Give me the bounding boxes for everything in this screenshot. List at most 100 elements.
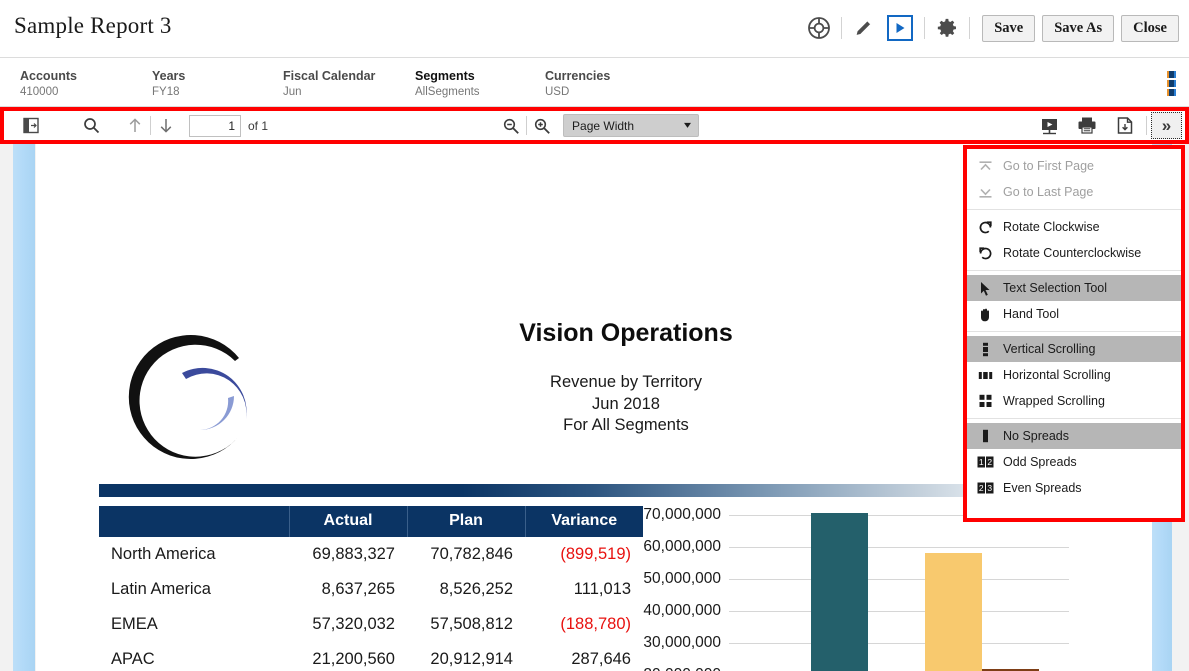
vision-operations-logo	[116, 324, 266, 469]
pdf-tools-menu-highlight: Go to First Page Go to Last Page Rotate …	[963, 145, 1185, 522]
arrow-up-icon[interactable]	[120, 111, 150, 140]
pov-label: Fiscal Calendar	[283, 69, 375, 83]
cell-actual: 69,883,327	[289, 537, 407, 572]
pov-label: Years	[152, 69, 185, 83]
settings-gear-icon[interactable]	[930, 11, 964, 45]
pov-item-segments[interactable]: Segments AllSegments	[415, 69, 480, 98]
menu-item-text-selection-tool[interactable]: Text Selection Tool	[967, 275, 1181, 301]
menu-divider	[967, 331, 1181, 332]
menu-item-wrapped-scrolling[interactable]: Wrapped Scrolling	[967, 388, 1181, 414]
cell-actual: 21,200,560	[289, 642, 407, 671]
help-lifesaver-icon[interactable]	[802, 11, 836, 45]
pov-value: FY18	[152, 86, 185, 98]
gridline	[729, 579, 1069, 580]
pov-value: 410000	[20, 86, 77, 98]
subtitle-line-1: Revenue by Territory	[316, 372, 936, 394]
bar-emea[interactable]	[925, 553, 982, 671]
menu-item-label: No Spreads	[1003, 429, 1069, 443]
menu-item-label: Go to First Page	[1003, 159, 1094, 173]
presentation-mode-icon[interactable]	[1034, 111, 1064, 140]
menu-item-go-to-first-page[interactable]: Go to First Page	[967, 153, 1181, 179]
report-subtitle: Revenue by Territory Jun 2018 For All Se…	[316, 372, 936, 437]
menu-item-go-to-last-page[interactable]: Go to Last Page	[967, 179, 1181, 205]
run-play-icon[interactable]	[887, 15, 913, 41]
row-label: North America	[99, 537, 289, 572]
table-row: North America 69,883,327 70,782,846 (899…	[99, 537, 643, 572]
left-page-scrollbar[interactable]	[13, 144, 35, 671]
sidebar-toggle-icon[interactable]	[16, 111, 46, 140]
menu-item-odd-spreads[interactable]: 12 Odd Spreads	[967, 449, 1181, 475]
zoom-in-icon[interactable]	[527, 111, 557, 140]
y-tick-label: 20,000,000	[621, 666, 721, 671]
row-label: Latin America	[99, 572, 289, 607]
column-header-actual: Actual	[289, 506, 407, 537]
page-title: Sample Report 3	[14, 13, 172, 39]
table-header-row: Actual Plan Variance	[99, 506, 643, 537]
menu-divider	[967, 418, 1181, 419]
no-spreads-icon	[977, 429, 994, 443]
column-header-plan: Plan	[407, 506, 525, 537]
menu-item-vertical-scrolling[interactable]: Vertical Scrolling	[967, 336, 1181, 362]
pov-item-accounts[interactable]: Accounts 410000	[20, 69, 77, 98]
svg-text:3: 3	[987, 483, 992, 493]
y-tick-label: 30,000,000	[621, 634, 721, 652]
pdf-viewer-toolbar-highlight: 1 of 1 Page Width ▾	[0, 107, 1189, 144]
cell-actual: 57,320,032	[289, 607, 407, 642]
pov-value: USD	[545, 86, 610, 98]
save-as-button[interactable]: Save As	[1042, 15, 1114, 42]
svg-text:2: 2	[987, 457, 992, 467]
search-icon[interactable]	[76, 111, 106, 140]
rotate-counterclockwise-icon	[977, 246, 994, 261]
zoom-level-select[interactable]: Page Width ▾	[563, 114, 699, 137]
cell-plan: 57,508,812	[407, 607, 525, 642]
pov-item-currencies[interactable]: Currencies USD	[545, 69, 610, 98]
toolbar-right-group: »	[1034, 111, 1182, 140]
pov-bar: Accounts 410000 Years FY18 Fiscal Calend…	[0, 57, 1189, 107]
menu-item-label: Odd Spreads	[1003, 455, 1077, 469]
wrapped-scrolling-icon	[977, 394, 994, 408]
revenue-table: Actual Plan Variance North America 69,88…	[99, 506, 643, 671]
menu-item-label: Even Spreads	[1003, 481, 1082, 495]
rotate-clockwise-icon	[977, 220, 994, 235]
gridline	[729, 643, 1069, 644]
revenue-bar-chart: 70,000,000 60,000,000 50,000,000 40,000,…	[621, 507, 1101, 671]
title-bar-actions: Save Save As Close	[802, 11, 1179, 45]
save-button[interactable]: Save	[982, 15, 1035, 42]
table-row: APAC 21,200,560 20,912,914 287,646	[99, 642, 643, 671]
pov-item-fiscal-calendar[interactable]: Fiscal Calendar Jun	[283, 69, 375, 98]
close-button[interactable]: Close	[1121, 15, 1179, 42]
page-number-input[interactable]: 1	[189, 115, 241, 137]
horizontal-scrolling-icon	[977, 369, 994, 382]
table-row: Latin America 8,637,265 8,526,252 111,01…	[99, 572, 643, 607]
print-icon[interactable]	[1072, 111, 1102, 140]
download-icon[interactable]	[1110, 111, 1140, 140]
zoom-out-icon[interactable]	[496, 111, 526, 140]
table-row: EMEA 57,320,032 57,508,812 (188,780)	[99, 607, 643, 642]
arrow-down-icon[interactable]	[151, 111, 181, 140]
subtitle-line-2: Jun 2018	[316, 394, 936, 416]
pov-item-years[interactable]: Years FY18	[152, 69, 185, 98]
pdf-viewer-toolbar: 1 of 1 Page Width ▾	[4, 111, 1185, 140]
pov-more-icon[interactable]	[1167, 71, 1176, 96]
pdf-tools-menu: Go to First Page Go to Last Page Rotate …	[967, 149, 1181, 518]
menu-item-even-spreads[interactable]: 23 Even Spreads	[967, 475, 1181, 501]
menu-item-rotate-clockwise[interactable]: Rotate Clockwise	[967, 214, 1181, 240]
edit-pencil-icon[interactable]	[847, 11, 881, 45]
menu-divider	[967, 209, 1181, 210]
cursor-arrow-icon	[977, 281, 994, 296]
menu-item-label: Vertical Scrolling	[1003, 342, 1095, 356]
double-chevron-right-icon[interactable]: »	[1151, 112, 1182, 139]
divider	[1146, 116, 1147, 135]
menu-item-horizontal-scrolling[interactable]: Horizontal Scrolling	[967, 362, 1181, 388]
divider	[841, 17, 842, 39]
row-label: APAC	[99, 642, 289, 671]
bar-north-america[interactable]	[811, 513, 868, 671]
report-heading: Vision Operations	[316, 319, 936, 348]
chevron-down-icon: ▾	[684, 120, 691, 131]
pov-label: Segments	[415, 69, 480, 83]
menu-item-hand-tool[interactable]: Hand Tool	[967, 301, 1181, 327]
menu-item-rotate-counterclockwise[interactable]: Rotate Counterclockwise	[967, 240, 1181, 266]
vertical-scrolling-icon	[977, 342, 994, 357]
menu-item-no-spreads[interactable]: No Spreads	[967, 423, 1181, 449]
menu-item-label: Rotate Counterclockwise	[1003, 246, 1141, 260]
